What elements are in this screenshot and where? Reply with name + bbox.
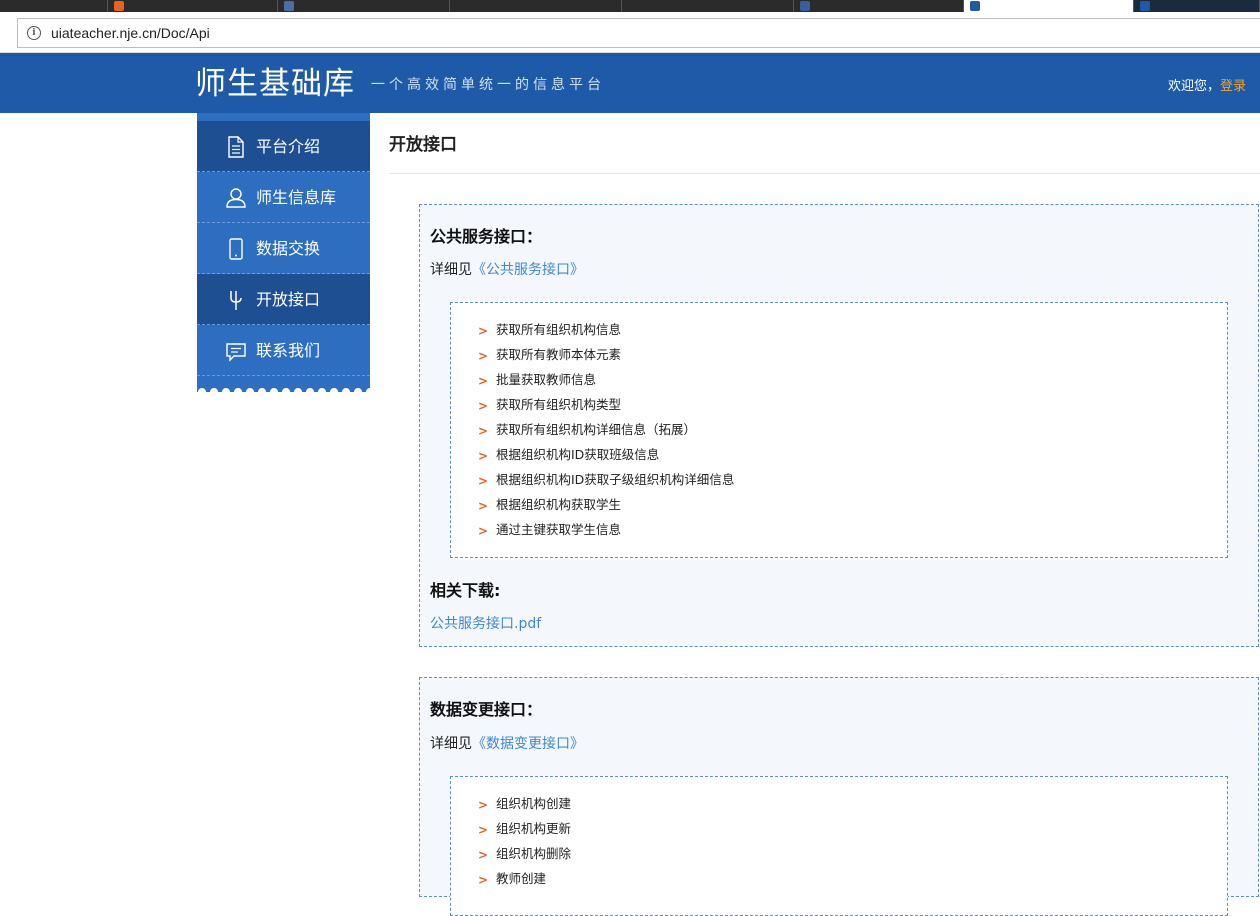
list-item[interactable]: > 根据组织机构ID获取班级信息 xyxy=(476,446,734,471)
browser-tab[interactable] xyxy=(278,0,450,12)
tab-favicon-icon xyxy=(114,1,124,11)
detail-link[interactable]: 《公共服务接口》 xyxy=(472,262,584,278)
sidebar-item-label: 联系我们 xyxy=(256,341,321,360)
list-item[interactable]: > 根据组织机构获取学生 xyxy=(476,496,734,521)
page-title: 开放接口 xyxy=(389,135,457,155)
chevron-right-icon: > xyxy=(478,399,489,413)
sidebar-item-contact-us[interactable]: 联系我们 xyxy=(197,325,370,376)
chevron-right-icon: > xyxy=(478,524,489,538)
chevron-right-icon: > xyxy=(478,823,489,837)
list-item-label: 获取所有组织机构详细信息（拓展） xyxy=(496,422,697,437)
user-icon xyxy=(226,188,246,208)
sidebar-item-label: 开放接口 xyxy=(256,290,321,309)
browser-tab[interactable] xyxy=(1134,0,1260,12)
list-item-label: 批量获取教师信息 xyxy=(496,372,597,387)
detail-link[interactable]: 《数据变更接口》 xyxy=(472,736,584,752)
list-item[interactable]: > 获取所有组织机构信息 xyxy=(476,321,734,346)
browser-tab[interactable] xyxy=(794,0,964,12)
chevron-right-icon: > xyxy=(478,349,489,363)
section-detail: 详细见《数据变更接口》 xyxy=(430,735,584,753)
address-bar-row: i uiateacher.nje.cn/Doc/Api xyxy=(0,12,1260,53)
api-list: > 组织机构创建 > 组织机构更新 > 组织机构删除 > 教师创建 xyxy=(476,795,571,895)
address-bar[interactable]: i uiateacher.nje.cn/Doc/Api xyxy=(17,18,1260,48)
info-icon[interactable]: i xyxy=(27,26,41,40)
tab-favicon-icon xyxy=(970,1,980,11)
list-item[interactable]: > 通过主键获取学生信息 xyxy=(476,521,734,546)
tab-favicon-icon xyxy=(800,1,810,11)
tab-favicon-icon xyxy=(284,1,294,11)
list-item[interactable]: > 组织机构删除 xyxy=(476,845,571,870)
site-brand[interactable]: 师生基础库 xyxy=(195,66,355,102)
list-item[interactable]: > 根据组织机构ID获取子级组织机构详细信息 xyxy=(476,471,734,496)
sidebar-scallop-edge xyxy=(197,382,370,392)
sidebar-item-label: 师生信息库 xyxy=(256,188,337,207)
chevron-right-icon: > xyxy=(478,424,489,438)
list-item[interactable]: > 组织机构更新 xyxy=(476,820,571,845)
sidebar-item-data-exchange[interactable]: 数据交换 xyxy=(197,223,370,274)
sidebar-item-platform-intro[interactable]: 平台介绍 xyxy=(197,121,370,172)
list-item[interactable]: > 获取所有组织机构类型 xyxy=(476,396,734,421)
chevron-right-icon: > xyxy=(478,374,489,388)
download-pdf-link[interactable]: 公共服务接口.pdf xyxy=(430,615,541,633)
chevron-right-icon: > xyxy=(478,499,489,513)
browser-tab[interactable] xyxy=(622,0,794,12)
section-title: 公共服务接口： xyxy=(430,227,543,246)
sidebar-item-teacher-student-db[interactable]: 师生信息库 xyxy=(197,172,370,223)
list-item-label: 获取所有组织机构信息 xyxy=(496,322,622,337)
list-item-label: 根据组织机构获取学生 xyxy=(496,497,622,512)
sidebar-item-label: 平台介绍 xyxy=(256,137,321,156)
list-item[interactable]: > 获取所有组织机构详细信息（拓展） xyxy=(476,421,734,446)
browser-tab[interactable] xyxy=(108,0,278,12)
list-item-label: 获取所有组织机构类型 xyxy=(496,397,622,412)
chevron-right-icon: > xyxy=(478,324,489,338)
api-list-box: > 获取所有组织机构信息 > 获取所有教师本体元素 > 批量获取教师信息 > 获取所有组… xyxy=(450,302,1228,558)
list-item-label: 获取所有教师本体元素 xyxy=(496,347,622,362)
welcome-area: 欢迎您，登录 xyxy=(1168,78,1246,96)
phone-icon xyxy=(229,238,243,260)
section-title: 数据变更接口： xyxy=(430,700,543,719)
sidebar: 平台介绍 师生信息库 数据交换 开放接口 联系我们 xyxy=(197,113,370,392)
list-item[interactable]: > 组织机构创建 xyxy=(476,795,571,820)
api-list: > 获取所有组织机构信息 > 获取所有教师本体元素 > 批量获取教师信息 > 获取所有组… xyxy=(476,321,734,546)
chevron-right-icon: > xyxy=(478,873,489,887)
list-item[interactable]: > 教师创建 xyxy=(476,870,571,895)
chevron-right-icon: > xyxy=(478,848,489,862)
url-text[interactable]: uiateacher.nje.cn/Doc/Api xyxy=(51,24,210,42)
browser-tab[interactable] xyxy=(0,0,108,12)
list-item-label: 组织机构删除 xyxy=(496,846,572,861)
site-header: 师生基础库 一个高效简单统一的信息平台 欢迎您，登录 xyxy=(0,53,1260,113)
browser-tab[interactable] xyxy=(450,0,622,12)
browser-tab-strip xyxy=(0,0,1260,12)
chevron-right-icon: > xyxy=(478,798,489,812)
list-item-label: 通过主键获取学生信息 xyxy=(496,522,622,537)
list-item-label: 根据组织机构ID获取班级信息 xyxy=(496,447,660,462)
chevron-right-icon: > xyxy=(478,474,489,488)
api-section-public-service: 公共服务接口： 详细见《公共服务接口》 > 获取所有组织机构信息 > 获取所有教师本… xyxy=(419,204,1259,647)
login-link[interactable]: 登录 xyxy=(1220,79,1246,94)
detail-prefix: 详细见 xyxy=(430,262,472,278)
chevron-right-icon: > xyxy=(478,449,489,463)
message-icon xyxy=(226,343,246,362)
welcome-text: 欢迎您， xyxy=(1167,79,1220,94)
plug-icon xyxy=(230,291,242,310)
detail-prefix: 详细见 xyxy=(430,736,472,752)
list-item[interactable]: > 获取所有教师本体元素 xyxy=(476,346,734,371)
document-icon xyxy=(228,136,244,158)
api-list-box: > 组织机构创建 > 组织机构更新 > 组织机构删除 > 教师创建 xyxy=(450,776,1228,916)
list-item-label: 根据组织机构ID获取子级组织机构详细信息 xyxy=(496,472,735,487)
list-item[interactable]: > 批量获取教师信息 xyxy=(476,371,734,396)
site-slogan: 一个高效简单统一的信息平台 xyxy=(371,77,605,93)
section-detail: 详细见《公共服务接口》 xyxy=(430,261,584,279)
list-item-label: 组织机构更新 xyxy=(496,821,572,836)
sidebar-item-label: 数据交换 xyxy=(256,239,321,258)
title-divider xyxy=(389,173,1260,174)
browser-tab-active[interactable] xyxy=(964,0,1134,12)
api-section-data-change: 数据变更接口： 详细见《数据变更接口》 > 组织机构创建 > 组织机构更新 > 组织机… xyxy=(419,677,1259,916)
list-item-label: 教师创建 xyxy=(496,871,547,886)
list-item-label: 组织机构创建 xyxy=(496,796,572,811)
download-title: 相关下载: xyxy=(430,581,501,600)
sidebar-item-open-api[interactable]: 开放接口 xyxy=(197,274,370,325)
tab-favicon-icon xyxy=(1140,1,1150,11)
